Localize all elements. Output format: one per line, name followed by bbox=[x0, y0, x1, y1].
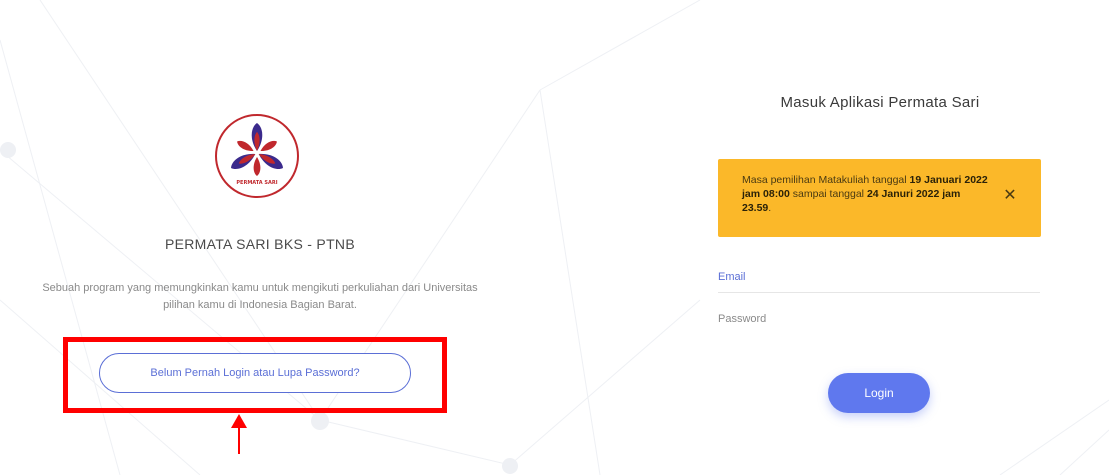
login-page: PERMATA SARI PERMATA SARI BKS - PTNB Seb… bbox=[0, 0, 1109, 475]
login-form-panel: Masuk Aplikasi Permata Sari Masa pemilih… bbox=[700, 0, 1060, 475]
close-icon[interactable]: ✕ bbox=[1003, 188, 1017, 204]
schedule-alert: Masa pemilihan Matakuliah tanggal 19 Jan… bbox=[718, 159, 1041, 237]
alert-message: Masa pemilihan Matakuliah tanggal 19 Jan… bbox=[742, 174, 988, 214]
left-panel: PERMATA SARI PERMATA SARI BKS - PTNB Seb… bbox=[0, 0, 520, 475]
password-field[interactable] bbox=[718, 304, 1040, 334]
email-field[interactable] bbox=[718, 262, 1040, 293]
site-description: Sebuah program yang memungkinkan kamu un… bbox=[42, 282, 478, 311]
login-button[interactable]: Login bbox=[828, 373, 930, 413]
forgot-password-button[interactable]: Belum Pernah Login atau Lupa Password? bbox=[99, 353, 411, 393]
annotation-arrow-up-icon bbox=[231, 414, 247, 454]
permata-sari-logo: PERMATA SARI bbox=[215, 114, 299, 198]
logo-caption: PERMATA SARI bbox=[236, 180, 277, 186]
site-title: PERMATA SARI BKS - PTNB bbox=[165, 236, 355, 252]
login-title: Masuk Aplikasi Permata Sari bbox=[780, 94, 980, 111]
